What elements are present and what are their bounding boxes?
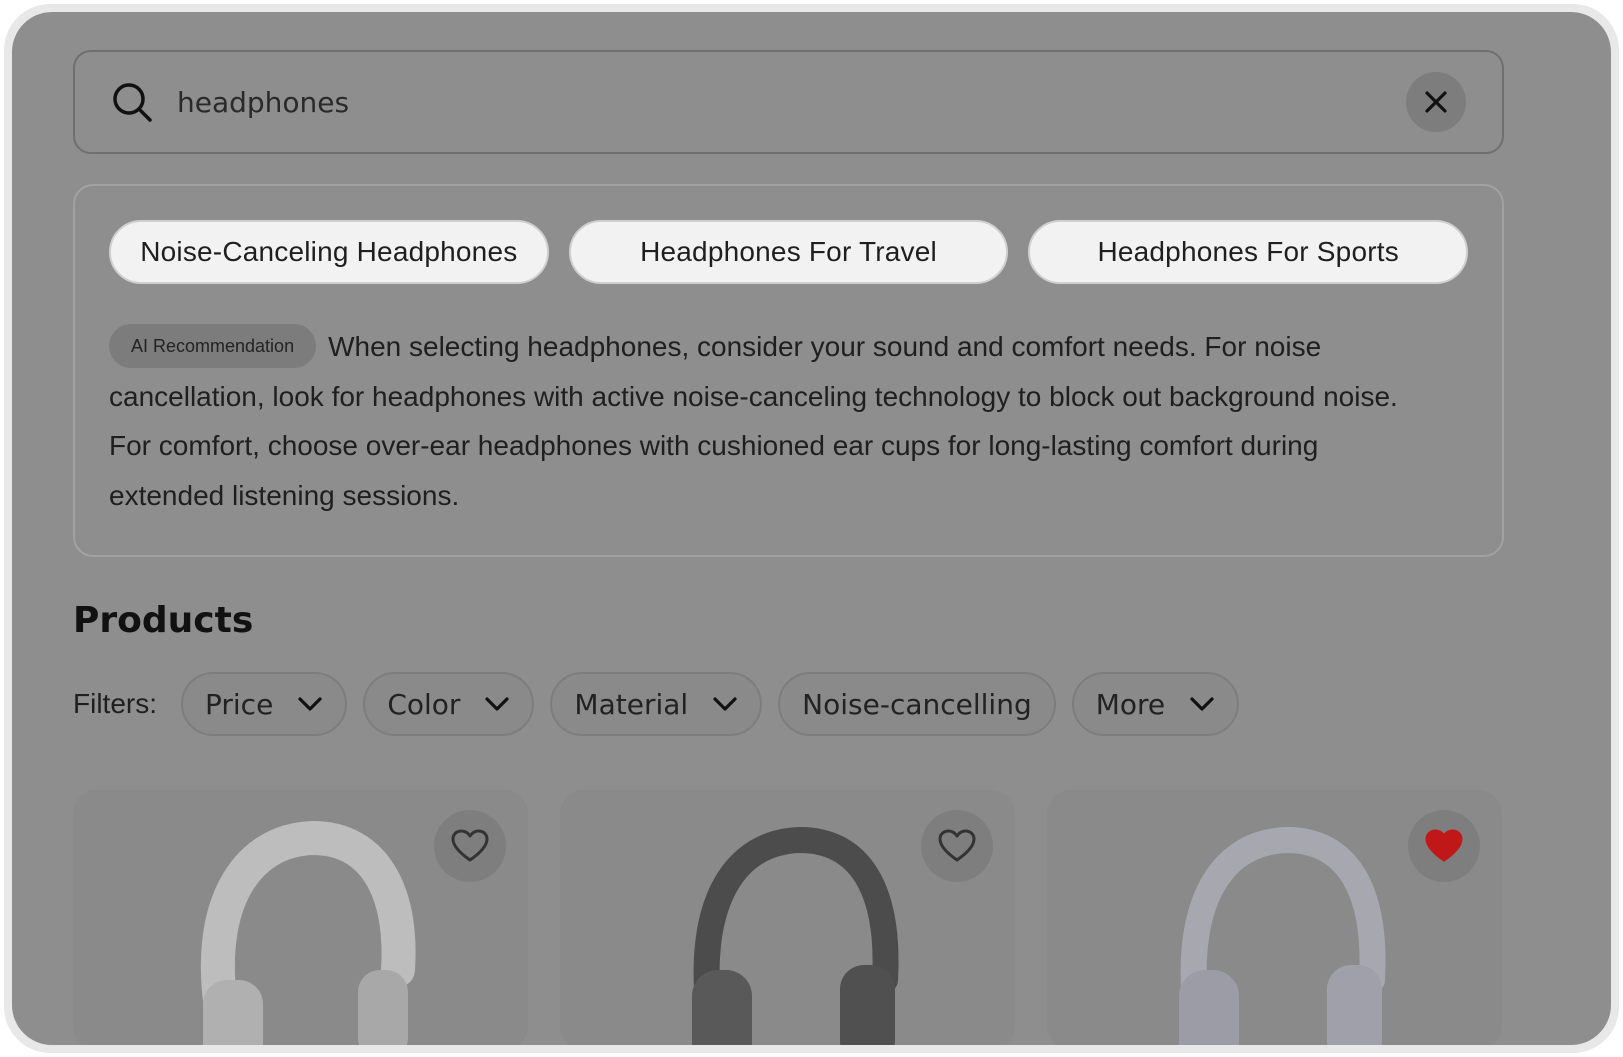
- suggestion-chip-travel[interactable]: Headphones For Travel: [568, 220, 1009, 284]
- close-icon: [1425, 91, 1447, 113]
- search-bar[interactable]: [73, 50, 1504, 154]
- product-card[interactable]: [560, 790, 1015, 1045]
- screen: Noise-Canceling Headphones Headphones Fo…: [12, 12, 1611, 1045]
- chevron-down-icon: [298, 697, 322, 711]
- product-card[interactable]: [73, 790, 528, 1045]
- filters-bar: Filters: Price Color Material Noise-canc…: [73, 672, 1240, 736]
- headphones-image: [692, 826, 899, 1045]
- favorite-button[interactable]: [921, 810, 993, 882]
- heart-icon: [451, 829, 489, 862]
- filter-label: Price: [205, 687, 274, 721]
- product-grid: [73, 790, 1502, 1045]
- products-title: Products: [73, 600, 254, 641]
- filter-material[interactable]: Material: [550, 672, 763, 736]
- chevron-down-icon: [1190, 697, 1214, 711]
- suggestion-chips: Noise-Canceling Headphones Headphones Fo…: [109, 220, 1469, 284]
- product-card[interactable]: [1047, 790, 1502, 1045]
- headphones-image: [1179, 826, 1386, 1045]
- search-input[interactable]: [177, 85, 1406, 119]
- filter-more[interactable]: More: [1071, 672, 1240, 736]
- suggestion-chip-sports[interactable]: Headphones For Sports: [1028, 220, 1469, 284]
- search-icon: [113, 83, 152, 122]
- filter-label: Noise-cancelling: [802, 687, 1032, 721]
- filter-label: Color: [387, 687, 461, 721]
- filter-noise-cancelling[interactable]: Noise-cancelling: [778, 672, 1056, 736]
- clear-search-button[interactable]: [1406, 72, 1466, 132]
- filter-price[interactable]: Price: [181, 672, 348, 736]
- filters-label: Filters:: [73, 688, 157, 719]
- favorite-button[interactable]: [434, 810, 506, 882]
- filter-label: Material: [574, 687, 689, 721]
- chevron-down-icon: [713, 697, 737, 711]
- suggestion-chip-noise-canceling[interactable]: Noise-Canceling Headphones: [109, 220, 549, 284]
- favorite-button-active[interactable]: [1408, 810, 1480, 882]
- headphones-image: [200, 820, 416, 1045]
- device-frame: Noise-Canceling Headphones Headphones Fo…: [4, 4, 1619, 1053]
- filter-label: More: [1095, 687, 1166, 721]
- heart-filled-icon: [1425, 829, 1463, 862]
- filter-color[interactable]: Color: [363, 672, 535, 736]
- chevron-down-icon: [485, 697, 510, 711]
- ai-recommendation-badge: AI Recommendation: [109, 323, 317, 368]
- ai-recommendation: AI Recommendation When selecting headphon…: [109, 322, 1439, 520]
- heart-icon: [938, 829, 976, 862]
- suggestion-panel: Noise-Canceling Headphones Headphones Fo…: [73, 184, 1504, 557]
